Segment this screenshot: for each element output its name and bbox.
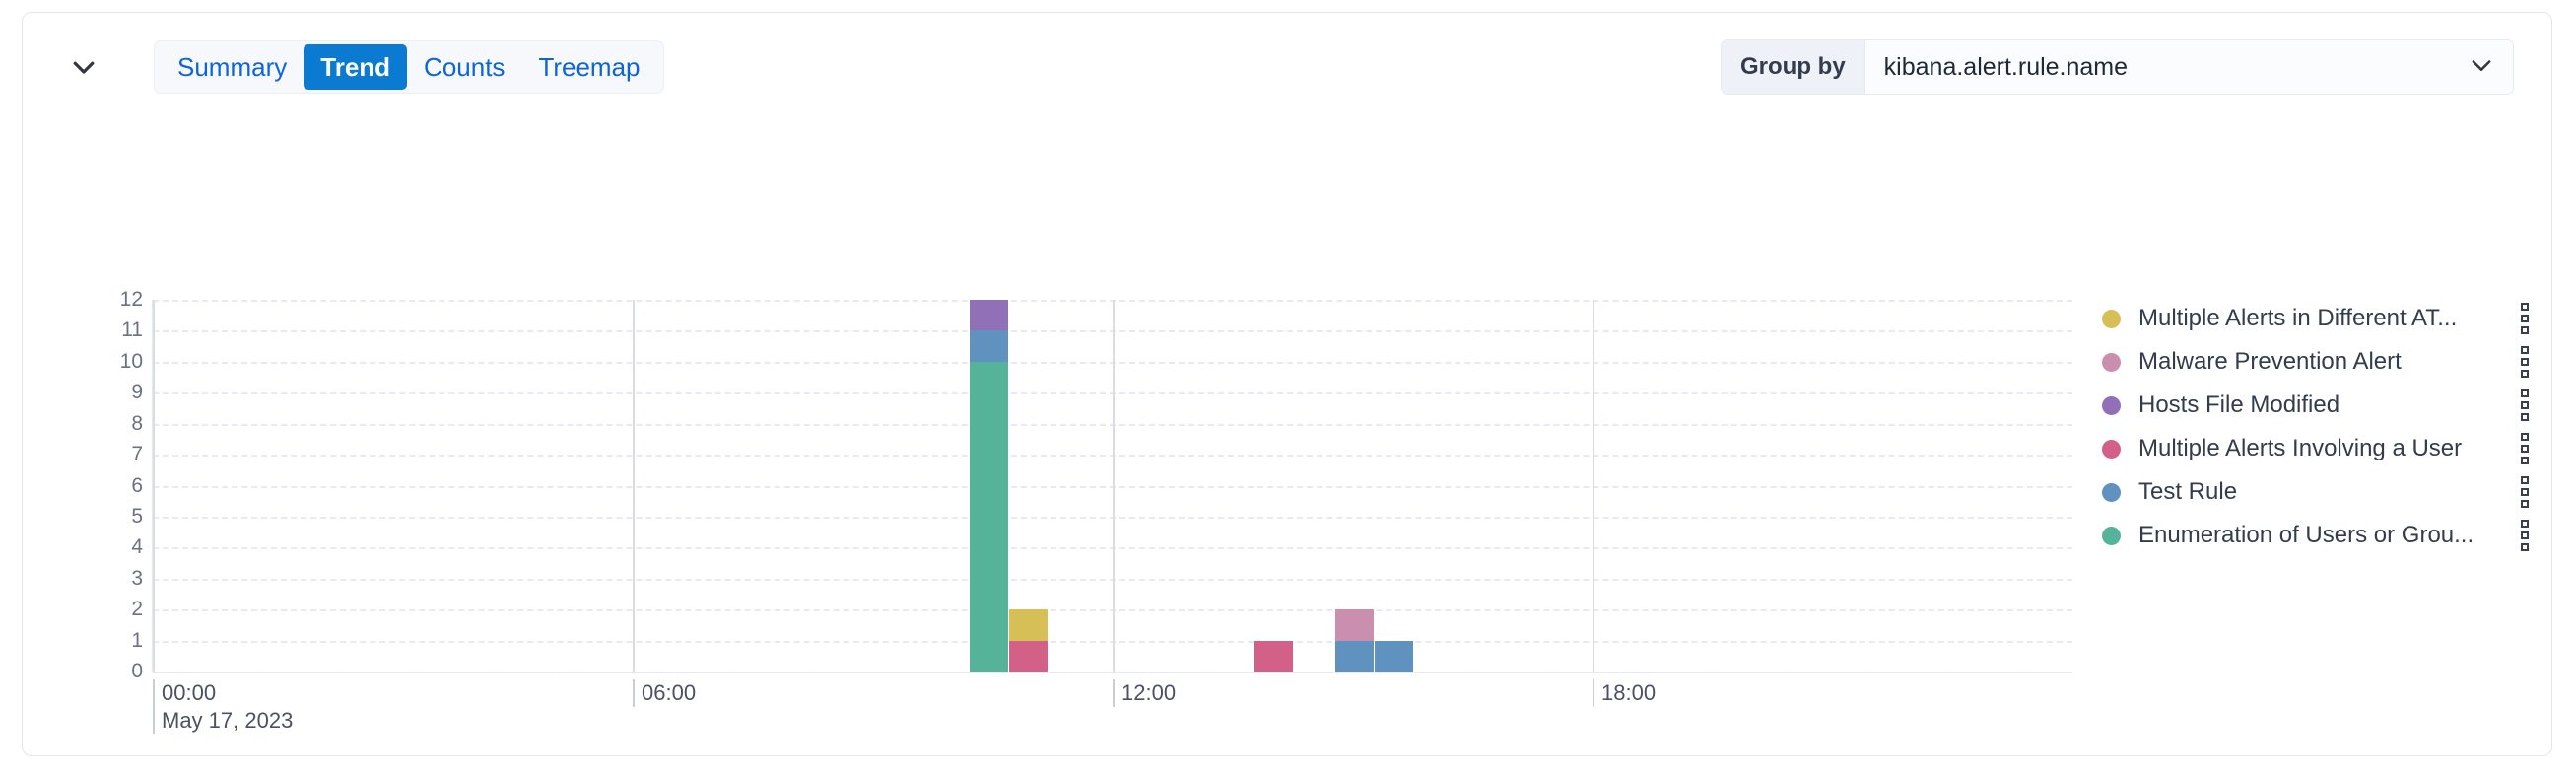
y-axis-line [152, 300, 154, 672]
gridline-horizontal [153, 547, 2072, 550]
group-by-control: Group by kibana.alert.rule.name [1721, 39, 2514, 95]
legend-item-label: Multiple Alerts Involving a User [2138, 435, 2463, 461]
y-axis-tick-label: 10 [119, 349, 143, 373]
tab-summary[interactable]: Summary [161, 44, 304, 90]
gridline-horizontal [153, 516, 2072, 519]
legend-item[interactable]: Multiple Alerts Involving a User [2102, 427, 2536, 470]
y-axis-tick-label: 0 [131, 660, 143, 682]
legend-color-dot [2102, 482, 2121, 502]
legend-item-label: Hosts File Modified [2138, 391, 2340, 418]
x-axis-tick-label: 00:00 May 17, 2023 [153, 679, 293, 735]
bar-segment[interactable] [1009, 640, 1049, 672]
y-axis-tick-label: 12 [119, 288, 143, 311]
more-vertical-icon[interactable] [2514, 345, 2536, 379]
view-tabs: Summary Trend Counts Treemap [154, 40, 664, 94]
x-axis-tick-label: 12:00 [1113, 679, 1176, 707]
y-axis-tick-label: 7 [131, 443, 143, 466]
legend-item[interactable]: Hosts File Modified [2102, 384, 2536, 427]
more-vertical-icon[interactable] [2514, 519, 2536, 552]
y-axis-tick-label: 3 [131, 566, 143, 590]
y-axis-tick-label: 2 [131, 598, 143, 621]
gridline-horizontal [153, 455, 2072, 458]
legend-item[interactable]: Multiple Alerts in Different AT... [2102, 297, 2536, 340]
legend-item-label: Enumeration of Users or Grou... [2138, 522, 2474, 548]
x-axis: 00:00 May 17, 2023 06:00 12:00 18:00 [153, 673, 2072, 743]
legend-item[interactable]: Test Rule [2102, 470, 2536, 514]
legend-color-dot [2102, 526, 2121, 545]
legend-item[interactable]: Malware Prevention Alert [2102, 340, 2536, 384]
gridline-horizontal [153, 672, 2072, 673]
legend-color-dot [2102, 309, 2121, 328]
group-by-select[interactable]: kibana.alert.rule.name [1864, 40, 2513, 94]
x-axis-tick-label: 18:00 [1593, 679, 1656, 707]
x-axis-tick-label: 06:00 [633, 679, 696, 707]
bar-segment[interactable] [969, 330, 1008, 362]
bar-segment[interactable] [1254, 640, 1294, 672]
gridline-vertical [1113, 300, 1115, 672]
group-by-value: kibana.alert.rule.name [1883, 52, 2129, 81]
x-axis-line [153, 672, 2072, 673]
gridline-horizontal [153, 330, 2072, 333]
gridline-vertical [153, 300, 155, 672]
y-axis-tick-label: 8 [131, 411, 143, 435]
legend-color-dot [2102, 395, 2121, 415]
bar-segment[interactable] [1009, 609, 1049, 641]
group-by-label: Group by [1722, 40, 1865, 94]
bar-segment[interactable] [1335, 609, 1375, 641]
gridline-vertical [1593, 300, 1594, 672]
chart-legend: Multiple Alerts in Different AT... Malwar… [2102, 297, 2536, 557]
y-axis-tick-label: 9 [131, 381, 143, 404]
y-axis-tick-label: 4 [131, 535, 143, 559]
tab-treemap[interactable]: Treemap [521, 44, 656, 90]
legend-item[interactable]: Enumeration of Users or Grou... [2102, 514, 2536, 557]
y-axis-tick-label: 1 [131, 628, 143, 652]
chevron-down-icon [2468, 51, 2495, 84]
tab-counts[interactable]: Counts [407, 44, 521, 90]
gridline-horizontal [153, 423, 2072, 426]
alerts-trend-screen: Summary Trend Counts Treemap Group by ki… [0, 0, 2576, 779]
alerts-histogram-panel: Summary Trend Counts Treemap Group by ki… [22, 12, 2552, 756]
more-vertical-icon[interactable] [2514, 475, 2536, 509]
chevron-down-icon [69, 52, 99, 82]
gridline-horizontal [153, 578, 2072, 581]
more-vertical-icon[interactable] [2514, 432, 2536, 465]
bar-segment[interactable] [1375, 640, 1414, 672]
y-axis-tick-label: 11 [121, 319, 143, 342]
gridline-vertical [633, 300, 635, 672]
tab-trend[interactable]: Trend [304, 44, 408, 90]
legend-color-dot [2102, 352, 2121, 372]
gridline-horizontal [153, 361, 2072, 364]
legend-item-label: Malware Prevention Alert [2138, 348, 2402, 375]
y-axis-tick-label: 5 [131, 504, 143, 528]
legend-item-label: Multiple Alerts in Different AT... [2138, 305, 2458, 331]
more-vertical-icon[interactable] [2514, 389, 2536, 422]
y-axis-tick-label: 6 [131, 473, 143, 497]
gridline-horizontal [153, 640, 2072, 643]
bar-segment[interactable] [969, 361, 1008, 672]
gridline-horizontal [153, 609, 2072, 612]
collapse-toggle-button[interactable] [64, 47, 103, 87]
more-vertical-icon[interactable] [2514, 302, 2536, 335]
legend-color-dot [2102, 439, 2121, 459]
y-axis: 12 11 10 9 8 7 6 5 4 3 2 1 0 [82, 288, 143, 682]
plot-area [152, 300, 2072, 673]
gridline-horizontal [153, 392, 2072, 395]
gridline-horizontal [153, 485, 2072, 488]
legend-item-label: Test Rule [2138, 478, 2238, 505]
gridline-horizontal [153, 300, 2072, 302]
panel-header: Summary Trend Counts Treemap Group by ki… [23, 13, 2551, 121]
bar-segment[interactable] [969, 300, 1008, 331]
bar-segment[interactable] [1335, 640, 1375, 672]
